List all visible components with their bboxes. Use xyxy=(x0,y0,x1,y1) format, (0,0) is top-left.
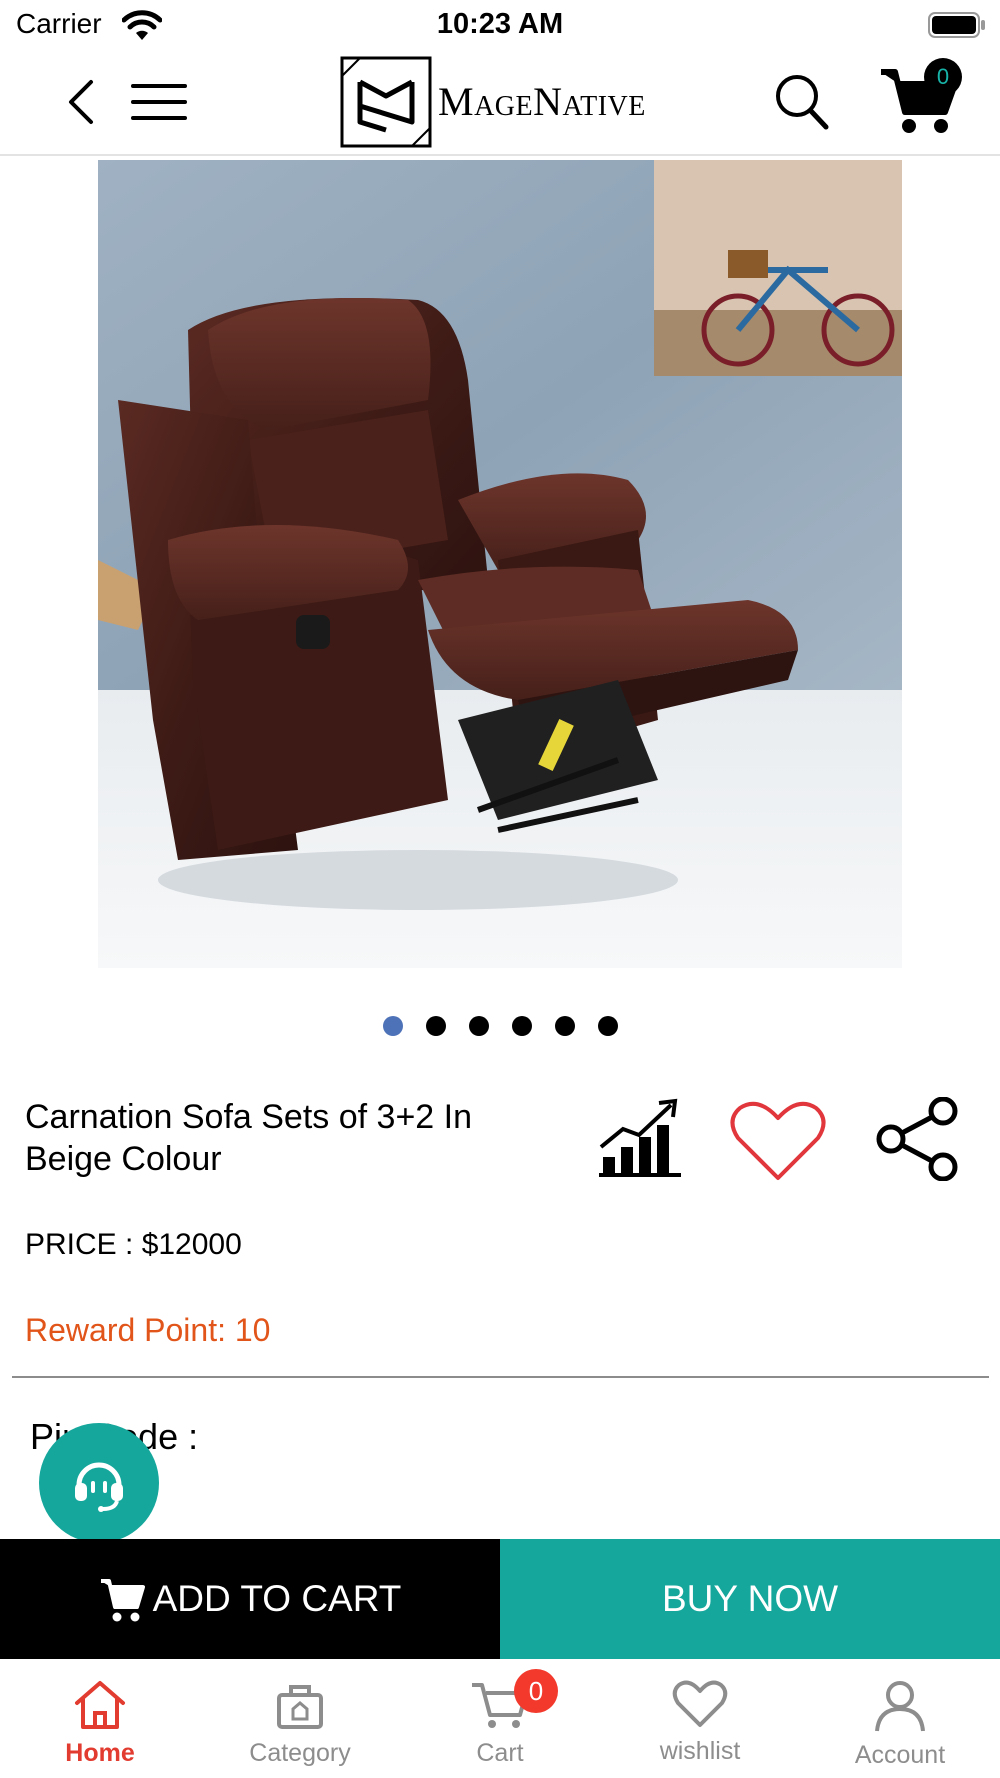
carousel-dot[interactable] xyxy=(511,1016,532,1036)
status-time: 10:23 AM xyxy=(436,8,564,40)
heart-icon xyxy=(672,1680,728,1727)
tab-cart[interactable]: Cart 0 xyxy=(400,1659,600,1778)
search-button[interactable] xyxy=(770,70,834,134)
tab-category[interactable]: Category xyxy=(200,1659,400,1778)
header-cart-badge: 0 xyxy=(924,58,962,96)
carousel-dot[interactable] xyxy=(425,1016,446,1036)
brand-logo-mark[interactable] xyxy=(340,56,432,148)
brand-logo-text: MageNative xyxy=(438,79,646,124)
battery-icon xyxy=(928,12,985,38)
product-image[interactable] xyxy=(98,160,902,968)
wishlist-toggle-button[interactable] xyxy=(726,1096,830,1186)
menu-button[interactable] xyxy=(128,74,190,130)
buy-now-button[interactable]: BUY NOW xyxy=(500,1539,1000,1659)
cart-icon xyxy=(100,1579,145,1622)
add-to-cart-button[interactable]: ADD TO CART xyxy=(0,1539,500,1659)
carousel-dot[interactable] xyxy=(382,1016,403,1036)
support-chat-button[interactable] xyxy=(39,1423,159,1543)
heart-icon xyxy=(730,1101,826,1180)
image-carousel-dots xyxy=(0,1016,1000,1038)
back-button[interactable] xyxy=(52,70,108,134)
tab-account-label: Account xyxy=(854,1741,946,1769)
account-icon xyxy=(875,1681,925,1732)
section-divider xyxy=(12,1376,989,1378)
bar-chart-trend-icon xyxy=(599,1098,681,1177)
compare-button[interactable] xyxy=(594,1094,686,1180)
tab-wishlist-label: wishlist xyxy=(659,1737,741,1765)
tab-home[interactable]: Home xyxy=(0,1659,200,1778)
reward-points: Reward Point: 10 xyxy=(25,1312,271,1348)
category-icon xyxy=(277,1685,323,1729)
carousel-dot[interactable] xyxy=(468,1016,489,1036)
tab-wishlist[interactable]: wishlist xyxy=(600,1659,800,1778)
menu-icon xyxy=(131,84,187,120)
product-price: PRICE : $12000 xyxy=(25,1228,242,1261)
buy-now-label: BUY NOW xyxy=(661,1578,839,1619)
carousel-dot[interactable] xyxy=(597,1016,618,1036)
tab-cart-label: Cart xyxy=(476,1739,524,1767)
tab-category-label: Category xyxy=(249,1739,351,1767)
add-to-cart-label: ADD TO CART xyxy=(152,1578,402,1619)
share-icon xyxy=(876,1097,958,1181)
carousel-dot[interactable] xyxy=(554,1016,575,1036)
search-icon xyxy=(776,75,829,130)
tab-account[interactable]: Account xyxy=(800,1659,1000,1778)
back-icon xyxy=(69,80,93,124)
product-title: Carnation Sofa Sets of 3+2 In Beige Colo… xyxy=(25,1098,473,1178)
headset-icon xyxy=(75,1462,123,1512)
share-button[interactable] xyxy=(874,1096,960,1182)
tab-home-label: Home xyxy=(65,1739,135,1767)
cart-count-badge: 0 xyxy=(514,1669,558,1713)
bottom-tab-bar: Home Category Cart 0 wishlist Account xyxy=(0,1659,1000,1778)
home-icon xyxy=(75,1681,125,1729)
